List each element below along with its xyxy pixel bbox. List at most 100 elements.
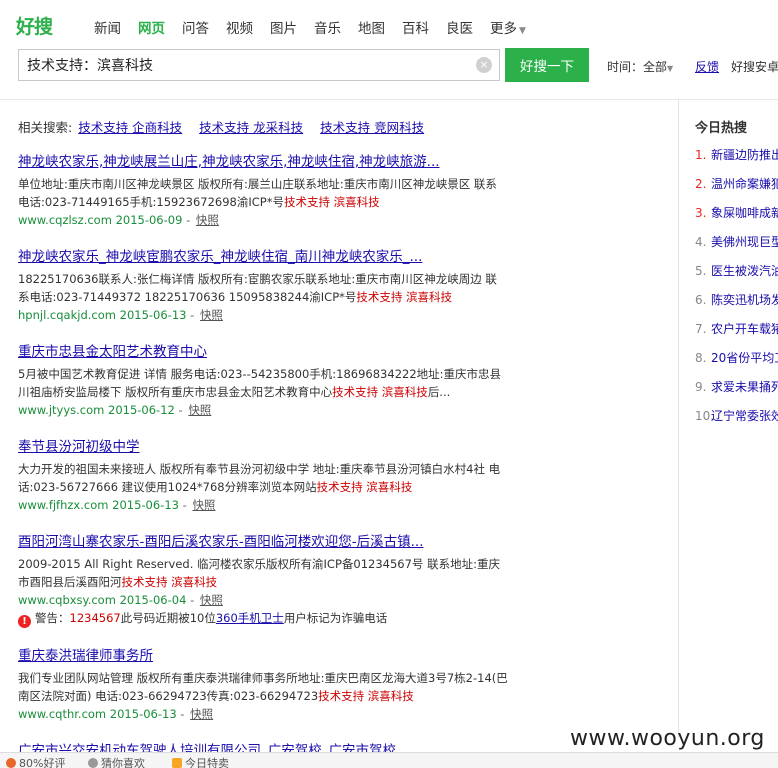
separator: - bbox=[190, 593, 195, 607]
time-filter[interactable]: 时间：全部▼ bbox=[607, 58, 673, 75]
snapshot-link[interactable]: 快照 bbox=[200, 308, 223, 322]
result-title-link[interactable]: 酉阳河湾山寨农家乐-酉阳后溪农家乐-酉阳临河楼欢迎您-后溪古镇... bbox=[18, 532, 508, 552]
result-snippet: 18225170636联系人:张仁梅详情 版权所有:宦鹏农家乐联系地址:重庆市南… bbox=[18, 270, 508, 306]
recommend-item[interactable]: 猜你喜欢 bbox=[88, 755, 145, 768]
watermark: www.wooyun.org bbox=[570, 726, 765, 751]
hot-search-label: 20省份平均工 bbox=[711, 351, 778, 365]
rank-number: 3. bbox=[695, 206, 707, 220]
separator: - bbox=[182, 498, 187, 512]
result-title-link[interactable]: 重庆泰洪瑞律师事务所 bbox=[18, 646, 508, 666]
header: 好搜 新闻 网页 问答 视频 图片 音乐 地图 百科 良医 更多▼ × 好搜一下… bbox=[0, 0, 778, 100]
rank-number: 5. bbox=[695, 264, 707, 278]
search-box: × bbox=[18, 49, 500, 81]
snapshot-link[interactable]: 快照 bbox=[190, 707, 213, 721]
snippet-highlight: 技术支持 滨喜科技 bbox=[121, 575, 218, 589]
hot-search-item[interactable]: 9. 求爱未果捅死 bbox=[695, 377, 778, 406]
nav-item-more[interactable]: 更多 ▼ bbox=[490, 17, 526, 37]
result-date: 2015-06-13 bbox=[109, 707, 177, 721]
rank-number: 10. bbox=[695, 409, 715, 423]
deals-item[interactable]: 今日特卖 bbox=[172, 755, 229, 768]
sidebar-divider bbox=[678, 100, 679, 738]
logo[interactable]: 好搜 bbox=[16, 10, 72, 44]
result-item: 神龙峡农家乐,神龙峡展兰山庄,神龙峡农家乐,神龙峡住宿,神龙峡旅游... 单位地… bbox=[18, 152, 508, 229]
hot-search-item[interactable]: 4. 美佛州现巨型 bbox=[695, 232, 778, 261]
nav-item-music[interactable]: 音乐 bbox=[314, 17, 341, 37]
result-item: 酉阳河湾山寨农家乐-酉阳后溪农家乐-酉阳临河楼欢迎您-后溪古镇... 2009-… bbox=[18, 532, 508, 628]
hot-search-item[interactable]: 7. 农户开车载猪 bbox=[695, 319, 778, 348]
rank-number: 9. bbox=[695, 380, 707, 394]
snapshot-link[interactable]: 快照 bbox=[196, 213, 219, 227]
result-date: 2015-06-13 bbox=[112, 498, 179, 512]
snapshot-link[interactable]: 快照 bbox=[200, 593, 223, 607]
thumb-up-icon bbox=[6, 758, 16, 768]
android-app-link[interactable]: 好搜安卓 bbox=[731, 58, 778, 75]
result-url: www.jtyys.com bbox=[18, 403, 105, 417]
related-link[interactable]: 技术支持 龙采科技 bbox=[199, 120, 303, 135]
bottom-bar: 80%好评 猜你喜欢 今日特卖 bbox=[0, 752, 778, 768]
result-item: 重庆市忠县金太阳艺术教育中心 5月被中国艺术教育促进 详情 服务电话:023--… bbox=[18, 342, 508, 419]
chevron-down-icon: ▼ bbox=[667, 64, 674, 73]
fraud-warning: ! 警告：1234567此号码近期被10位360手机卫士用户标记为诈骗电话 bbox=[18, 609, 508, 628]
result-title-link[interactable]: 神龙峡农家乐,神龙峡展兰山庄,神龙峡农家乐,神龙峡住宿,神龙峡旅游... bbox=[18, 152, 508, 172]
feedback-link[interactable]: 反馈 bbox=[695, 58, 719, 75]
result-date: 2015-06-09 bbox=[115, 213, 183, 227]
hot-search-title: 今日热搜 bbox=[695, 121, 748, 136]
related-link[interactable]: 技术支持 竞网科技 bbox=[320, 120, 424, 135]
deals-label: 今日特卖 bbox=[185, 757, 229, 768]
clear-icon[interactable]: × bbox=[476, 57, 492, 73]
hot-search-item[interactable]: 3. 象屎咖啡成新 bbox=[695, 203, 778, 232]
recommend-label: 猜你喜欢 bbox=[101, 757, 145, 768]
warning-middle: 此号码近期被10位 bbox=[120, 611, 216, 625]
hot-search-label: 温州命案嫌犯 bbox=[711, 177, 778, 191]
separator: - bbox=[186, 213, 191, 227]
rating-item[interactable]: 80%好评 bbox=[6, 755, 65, 768]
nav-item-baike[interactable]: 百科 bbox=[402, 17, 429, 37]
hot-search-list: 1. 新疆边防推出 2. 温州命案嫌犯 3. 象屎咖啡成新 4. 美佛州现巨型 5. 医生… bbox=[695, 145, 778, 435]
hot-search-item[interactable]: 5. 医生被泼汽油 bbox=[695, 261, 778, 290]
warning-suffix: 用户标记为诈骗电话 bbox=[283, 611, 388, 625]
hot-search-item[interactable]: 1. 新疆边防推出 bbox=[695, 145, 778, 174]
hot-search-label: 陈奕迅机场发 bbox=[711, 293, 778, 307]
snapshot-link[interactable]: 快照 bbox=[188, 403, 211, 417]
result-date: 2015-06-13 bbox=[119, 308, 187, 322]
hot-search-label: 农户开车载猪 bbox=[711, 322, 778, 336]
nav-item-news[interactable]: 新闻 bbox=[94, 17, 121, 37]
result-title-link[interactable]: 重庆市忠县金太阳艺术教育中心 bbox=[18, 342, 508, 362]
nav-item-video[interactable]: 视频 bbox=[226, 17, 253, 37]
result-title-link[interactable]: 神龙峡农家乐_神龙峡宦鹏农家乐_神龙峡住宿_南川神龙峡农家乐_... bbox=[18, 247, 508, 267]
nav-item-web[interactable]: 网页 bbox=[138, 17, 165, 37]
snippet-tail: 后... bbox=[427, 385, 451, 399]
result-item: 奉节县汾河初级中学 大力开发的祖国未来接班人 版权所有奉节县汾河初级中学 地址:… bbox=[18, 437, 508, 514]
snippet-text: 2009-2015 All Right Reserved. 临河楼农家乐版权所有… bbox=[18, 557, 500, 589]
hot-search-item[interactable]: 8. 20省份平均工 bbox=[695, 348, 778, 377]
security-app-link[interactable]: 360手机卫士 bbox=[216, 611, 284, 625]
nav-item-images[interactable]: 图片 bbox=[270, 17, 297, 37]
search-button[interactable]: 好搜一下 bbox=[505, 48, 589, 82]
warning-prefix: 警告： bbox=[35, 611, 70, 625]
hot-search-item[interactable]: 6. 陈奕迅机场发 bbox=[695, 290, 778, 319]
hot-search-label: 辽宁常委张效 bbox=[711, 409, 778, 423]
result-url: www.fjfhzx.com bbox=[18, 498, 109, 512]
rank-number: 7. bbox=[695, 322, 707, 336]
result-item: 重庆泰洪瑞律师事务所 我们专业团队网站管理 版权所有重庆泰洪瑞律师事务所地址:重… bbox=[18, 646, 508, 723]
separator: - bbox=[180, 707, 185, 721]
snippet-text: 单位地址:重庆市南川区神龙峡景区 版权所有:展兰山庄联系地址:重庆市南川区神龙峡… bbox=[18, 177, 497, 209]
result-url: hpnjl.cqakjd.com bbox=[18, 308, 116, 322]
result-url: www.cqbxsy.com bbox=[18, 593, 116, 607]
nav-item-qa[interactable]: 问答 bbox=[182, 17, 209, 37]
result-title-link[interactable]: 奉节县汾河初级中学 bbox=[18, 437, 508, 457]
result-meta: www.cqzlsz.com 2015-06-09 - 快照 bbox=[18, 211, 508, 229]
chevron-down-icon: ▼ bbox=[519, 26, 526, 36]
snippet-highlight: 技术支持 滨喜科技 bbox=[356, 290, 453, 304]
nav-item-doctor[interactable]: 良医 bbox=[446, 17, 473, 37]
related-link[interactable]: 技术支持 企商科技 bbox=[78, 120, 182, 135]
hot-search-item[interactable]: 2. 温州命案嫌犯 bbox=[695, 174, 778, 203]
result-item: 神龙峡农家乐_神龙峡宦鹏农家乐_神龙峡住宿_南川神龙峡农家乐_... 18225… bbox=[18, 247, 508, 324]
results-list: 神龙峡农家乐,神龙峡展兰山庄,神龙峡农家乐,神龙峡住宿,神龙峡旅游... 单位地… bbox=[18, 152, 508, 768]
nav-item-map[interactable]: 地图 bbox=[358, 17, 385, 37]
hot-search-item[interactable]: 10.辽宁常委张效 bbox=[695, 406, 778, 435]
result-snippet: 2009-2015 All Right Reserved. 临河楼农家乐版权所有… bbox=[18, 555, 508, 591]
snippet-text: 我们专业团队网站管理 版权所有重庆泰洪瑞律师事务所地址:重庆巴南区龙海大道3号7… bbox=[18, 671, 508, 703]
search-input[interactable] bbox=[19, 50, 469, 80]
snapshot-link[interactable]: 快照 bbox=[192, 498, 215, 512]
